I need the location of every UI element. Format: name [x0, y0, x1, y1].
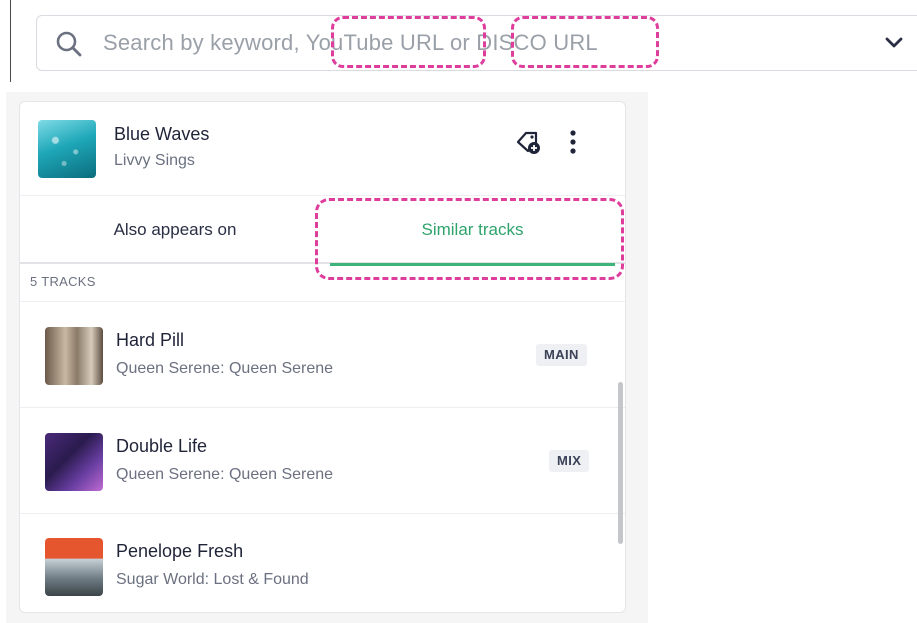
track-count: 5 TRACKS	[30, 274, 96, 289]
track-cover	[45, 327, 103, 385]
selected-track-header: Blue Waves Livvy Sings	[20, 102, 625, 196]
track-title[interactable]: Blue Waves	[114, 124, 209, 145]
version-badge: MIX	[549, 450, 590, 472]
track-artist[interactable]: Livvy Sings	[114, 152, 195, 170]
scrollbar-thumb[interactable]	[618, 382, 623, 544]
track-row[interactable]: Double Life Queen Serene: Queen Serene M…	[20, 408, 612, 512]
version-badge: MAIN	[536, 344, 587, 366]
track-title[interactable]: Penelope Fresh	[116, 541, 243, 562]
track-subtitle: Queen Serene: Queen Serene	[116, 466, 334, 483]
album-cover	[38, 120, 96, 178]
chevron-down-icon[interactable]	[885, 36, 903, 50]
window-edge	[10, 0, 11, 82]
track-cover	[45, 538, 103, 596]
annotation-disco-url	[511, 16, 659, 68]
more-vertical-icon[interactable]	[566, 128, 580, 156]
track-title[interactable]: Hard Pill	[116, 330, 184, 351]
tag-add-icon[interactable]	[514, 128, 542, 156]
track-subtitle: Queen Serene: Queen Serene	[116, 360, 334, 377]
annotation-youtube-url	[331, 16, 486, 68]
track-panel: Blue Waves Livvy Sings Also appears on S…	[19, 101, 626, 613]
tab-label: Also appears on	[113, 220, 237, 239]
track-title[interactable]: Double Life	[116, 436, 207, 457]
track-subtitle: Sugar World: Lost & Found	[116, 571, 309, 588]
tab-also-appears-on[interactable]: Also appears on	[20, 196, 330, 264]
track-row[interactable]: Penelope Fresh Sugar World: Lost & Found	[20, 513, 612, 612]
search-icon	[56, 31, 82, 57]
track-cover	[45, 433, 103, 491]
track-row[interactable]: Hard Pill Queen Serene: Queen Serene MAI…	[20, 302, 612, 406]
annotation-similar-tracks	[315, 198, 624, 280]
